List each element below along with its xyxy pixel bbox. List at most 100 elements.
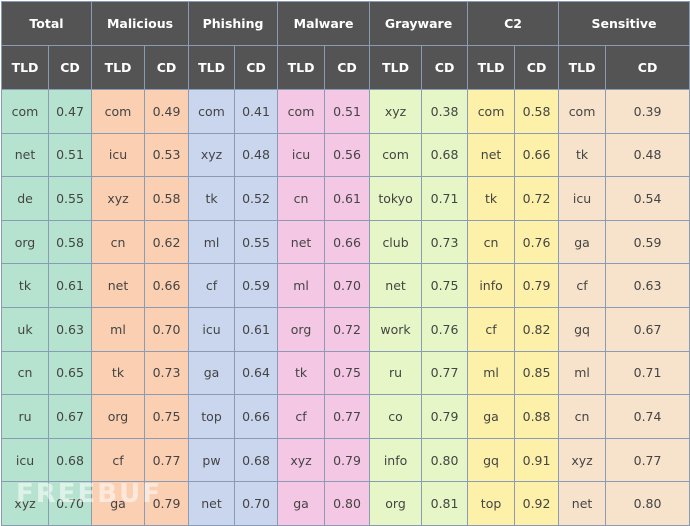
tld-cell: com	[188, 89, 236, 134]
tld-cell: org	[277, 306, 326, 352]
table-row: ru 0.67 org 0.75 top 0.66 cf 0.77 co 0.79 ga 0.88 cn…	[1, 394, 690, 439]
tld-cell: work	[369, 306, 423, 352]
cd-cell: 0.48	[605, 132, 690, 178]
cd-cell: 0.77	[324, 394, 371, 439]
sub-header-row: TLD CD TLD CD TLD CD TLD CD TLD CD TLD CD TLD CD	[1, 45, 690, 90]
table-row: de 0.55 xyz 0.58 tk 0.52 cn 0.61 tokyo 0.71 tk 0.72…	[1, 176, 690, 221]
cd-cell: 0.79	[421, 394, 469, 439]
cd-cell: 0.66	[514, 132, 560, 178]
cd-cell: 0.80	[421, 437, 469, 483]
cd-cell: 0.77	[421, 350, 469, 396]
tld-cell: com	[369, 132, 423, 178]
tld-cell: cf	[558, 263, 607, 308]
group-header-malicious: Malicious	[90, 1, 190, 46]
tld-column-header: TLD	[188, 45, 236, 90]
cd-cell: 0.66	[324, 219, 371, 265]
tld-cell: com	[91, 89, 145, 134]
cd-cell: 0.68	[48, 437, 92, 483]
table-row: net 0.51 icu 0.53 xyz 0.48 icu 0.56 com 0.68 net 0.…	[1, 132, 690, 178]
cd-cell: 0.49	[143, 89, 190, 134]
cd-cell: 0.53	[143, 132, 190, 178]
cd-column-header: CD	[421, 45, 469, 90]
tld-cell: icu	[188, 306, 236, 352]
cd-cell: 0.65	[48, 350, 92, 396]
cd-cell: 0.71	[605, 350, 690, 396]
cd-cell: 0.61	[48, 263, 92, 308]
tld-cell: org	[1, 219, 49, 265]
tld-cell: ga	[558, 219, 607, 265]
tld-cell: co	[369, 394, 423, 439]
tld-cell: ga	[91, 481, 145, 526]
cd-cell: 0.68	[234, 437, 279, 483]
cd-cell: 0.55	[234, 219, 279, 265]
tld-cell: gq	[558, 306, 607, 352]
tld-cell: uk	[1, 306, 49, 352]
cd-cell: 0.72	[514, 176, 560, 221]
tld-cell: top	[467, 481, 516, 526]
tld-cell: net	[91, 263, 145, 308]
cd-column-header: CD	[605, 45, 690, 90]
cd-cell: 0.92	[514, 481, 560, 526]
group-header-sensitive: Sensitive	[558, 1, 690, 46]
tld-cell: ga	[467, 394, 516, 439]
tld-cell: org	[91, 394, 145, 439]
cd-cell: 0.67	[605, 306, 690, 352]
group-header-row: Total Malicious Phishing Malware Graywar…	[1, 1, 690, 46]
cd-cell: 0.74	[605, 394, 690, 439]
tld-cell: cn	[1, 350, 49, 396]
tld-cell: tk	[1, 263, 49, 308]
tld-column-header: TLD	[1, 45, 49, 90]
tld-cell: cn	[467, 219, 516, 265]
tld-cell: cf	[188, 263, 236, 308]
cd-cell: 0.80	[324, 481, 371, 526]
tld-cell: net	[188, 481, 236, 526]
tld-cell: icu	[277, 132, 326, 178]
table-body: com 0.47 com 0.49 com 0.41 com 0.51 xyz 0.38 com 0.…	[1, 89, 690, 526]
cd-cell: 0.48	[234, 132, 279, 178]
cd-column-header: CD	[514, 45, 560, 90]
table-row: cn 0.65 tk 0.73 ga 0.64 tk 0.75 ru 0.77 ml 0.85 ml 0.…	[1, 350, 690, 396]
tld-cell: xyz	[91, 176, 145, 221]
tld-cell: icu	[1, 437, 49, 483]
cd-cell: 0.41	[234, 89, 279, 134]
tld-cell: cn	[558, 394, 607, 439]
tld-cell: net	[558, 481, 607, 526]
cd-cell: 0.47	[48, 89, 92, 134]
tld-cell: com	[558, 89, 607, 134]
tld-column-header: TLD	[277, 45, 326, 90]
tld-cell: cn	[91, 219, 145, 265]
tld-cell: tk	[558, 132, 607, 178]
group-header-malware: Malware	[277, 1, 371, 46]
cd-cell: 0.75	[324, 350, 371, 396]
cd-column-header: CD	[48, 45, 92, 90]
cd-cell: 0.77	[605, 437, 690, 483]
cd-cell: 0.73	[143, 350, 190, 396]
tld-cell: icu	[91, 132, 145, 178]
tld-cell: ga	[277, 481, 326, 526]
tld-cell: info	[467, 263, 516, 308]
tld-cell: cf	[467, 306, 516, 352]
cd-cell: 0.79	[514, 263, 560, 308]
tld-cell: ml	[188, 219, 236, 265]
tld-cell: tk	[467, 176, 516, 221]
tld-column-header: TLD	[558, 45, 607, 90]
cd-cell: 0.66	[143, 263, 190, 308]
tld-cell: tokyo	[369, 176, 423, 221]
cd-cell: 0.72	[324, 306, 371, 352]
tld-cell: pw	[188, 437, 236, 483]
cd-cell: 0.91	[514, 437, 560, 483]
cd-cell: 0.77	[143, 437, 190, 483]
cd-cell: 0.64	[234, 350, 279, 396]
tld-cell: net	[277, 219, 326, 265]
tld-cell: ga	[188, 350, 236, 396]
cd-cell: 0.52	[234, 176, 279, 221]
tld-cell: ru	[1, 394, 49, 439]
tld-cell: de	[1, 176, 49, 221]
tld-cell: net	[1, 132, 49, 178]
tld-cell: top	[188, 394, 236, 439]
cd-cell: 0.88	[514, 394, 560, 439]
tld-cell: xyz	[277, 437, 326, 483]
cd-cell: 0.71	[421, 176, 469, 221]
tld-cell: net	[467, 132, 516, 178]
tld-cell: tk	[188, 176, 236, 221]
